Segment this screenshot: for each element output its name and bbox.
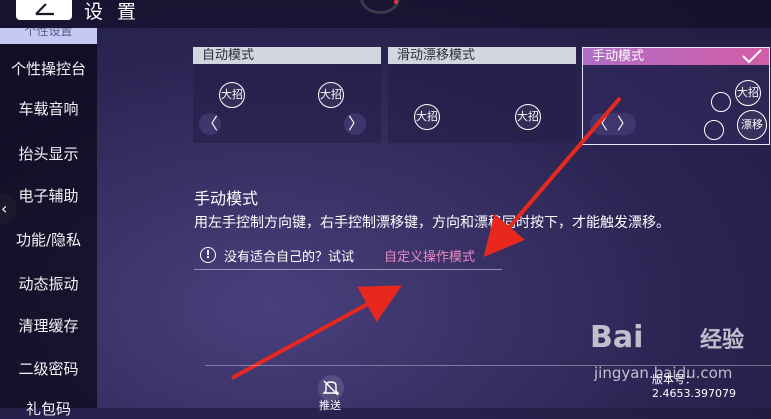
watermark-brand-2: 经验 (700, 328, 745, 353)
push-label: 推送 (319, 399, 341, 412)
watermark-url: jingyan.baidu.com (594, 364, 733, 382)
watermark-brand: Bai (590, 320, 644, 355)
baidu-jingyan-watermark: Bai 经验 jingyan.baidu.com (590, 320, 770, 390)
annotation-arrow (483, 96, 622, 258)
